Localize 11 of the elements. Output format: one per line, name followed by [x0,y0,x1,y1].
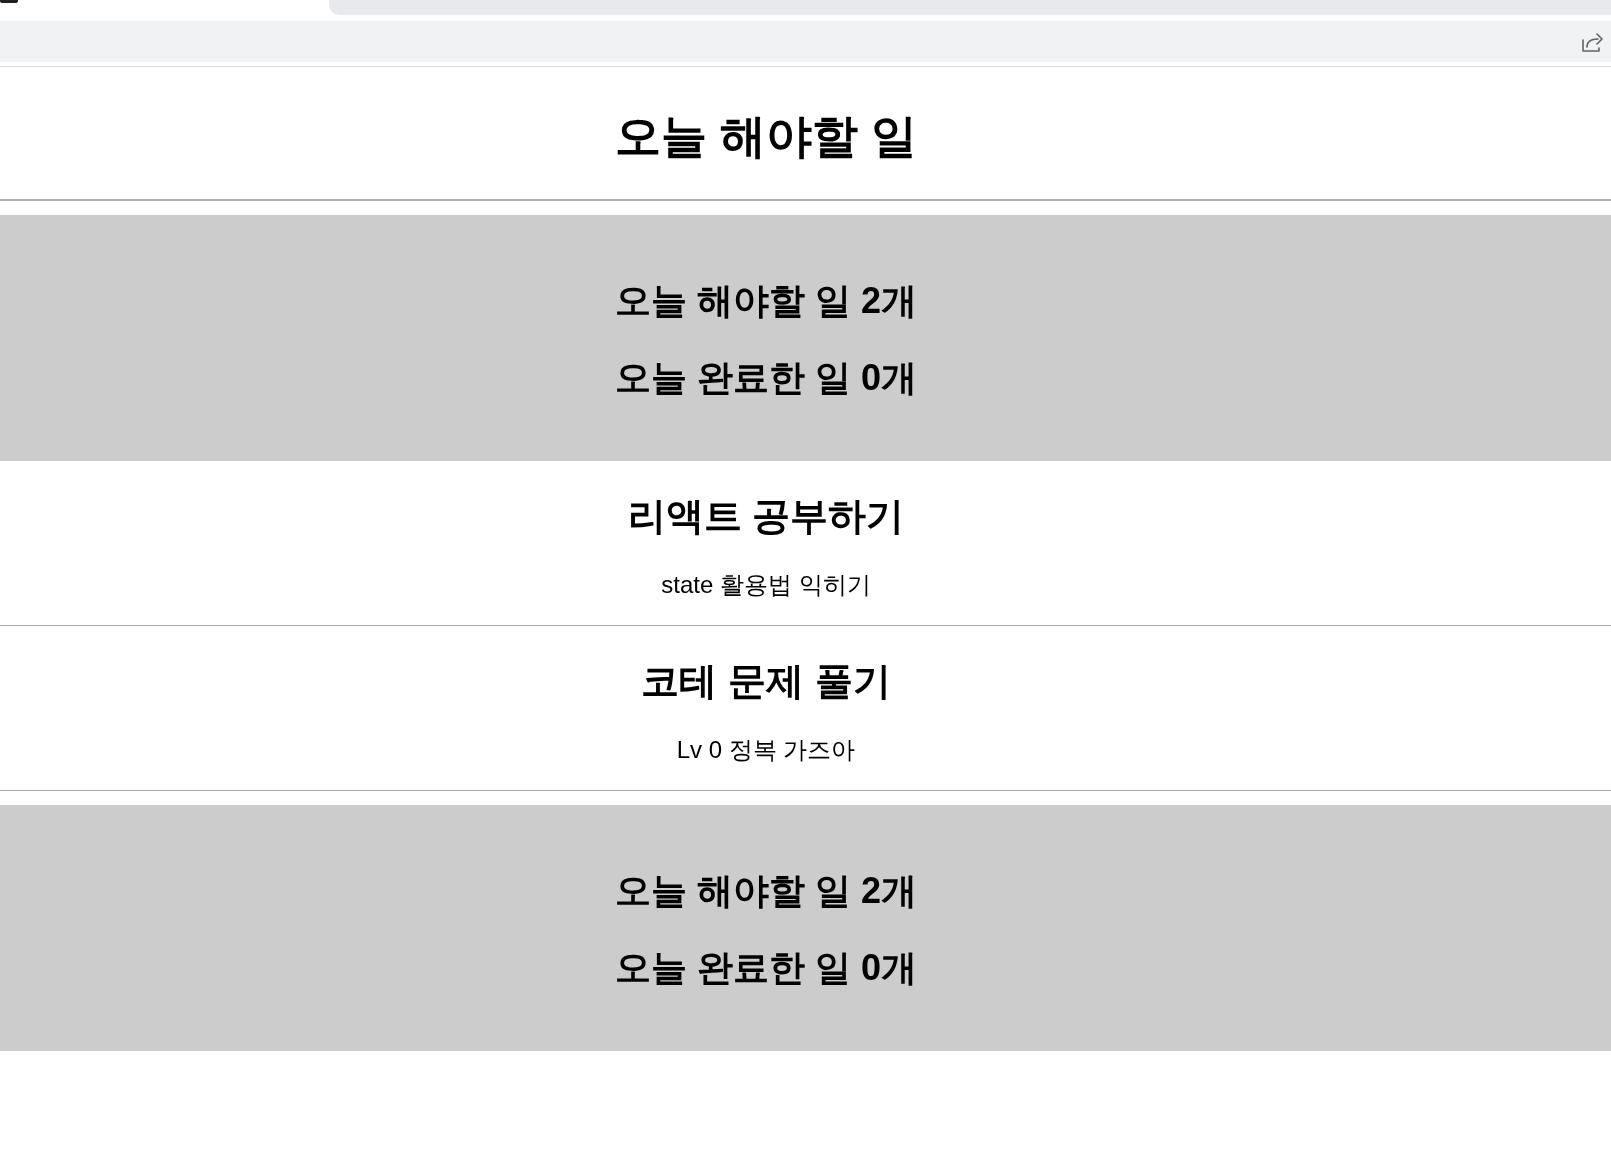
page-title: 오늘 해야할 일 [615,109,917,164]
todo-title: 코테 문제 풀기 [641,659,891,704]
summary-text: 오늘 완료한 일 0개 [615,356,917,400]
todo-title: 리액트 공부하기 [627,494,905,539]
summary-text: 오늘 완료한 일 0개 [615,946,917,990]
todo-description: Lv 0 정복 가즈아 [676,735,856,765]
share-icon[interactable] [1582,31,1606,52]
partial-icon [0,0,18,3]
summary-text: 오늘 해야할 일 2개 [615,279,917,323]
todo-description: state 활용법 익히기 [661,570,871,600]
summary-text: 오늘 해야할 일 2개 [615,869,917,913]
